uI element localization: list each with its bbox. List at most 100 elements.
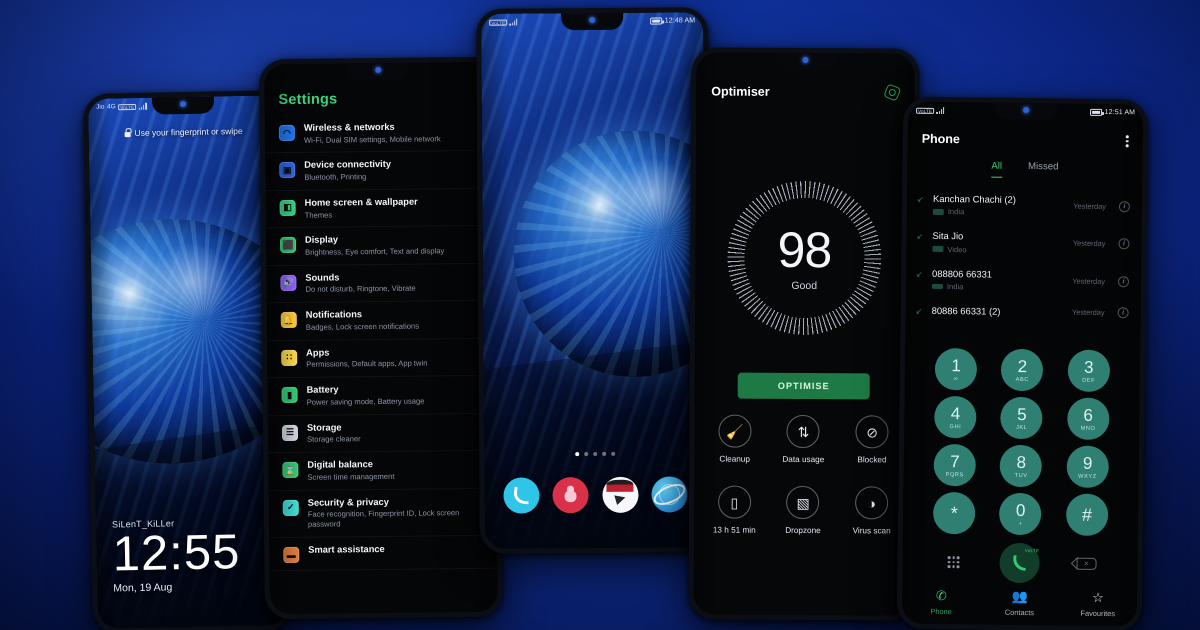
gear-icon[interactable] <box>883 83 902 102</box>
dialpad-key-hash[interactable]: # <box>1065 493 1109 537</box>
battery-icon <box>650 17 663 25</box>
settings-row-label: Smart assistance <box>308 543 385 555</box>
volte-badge: VoLTE <box>1024 548 1040 554</box>
apps-grid-icon: ∷ <box>281 349 298 366</box>
dialpad-key-8[interactable]: 8 TUV <box>999 444 1043 488</box>
home-screen-phone: VoLTE 12:48 AM <box>476 7 712 554</box>
settings-screen[interactable]: Settings ◠ Wireless & networks Wi-Fi, Dual… <box>264 61 498 615</box>
settings-row-shield-check[interactable]: ✓ Security & privacy Face recognition, Fin… <box>268 488 498 539</box>
dialpad-key-3[interactable]: 3 DEF <box>1067 349 1111 393</box>
dialpad-key-1[interactable]: 1 ∞ <box>934 347 978 391</box>
settings-row-wallpaper[interactable]: ◧ Home screen & wallpaper Themes <box>265 188 494 229</box>
nav-phone[interactable]: ✆ Phone <box>930 587 952 616</box>
info-icon[interactable]: i <box>1117 307 1129 319</box>
dialpad: 1 ∞ 2 ABC 3 DEF 4 GHI 5 JKL 6 MNO 7 PQRS 8 TUV 9 WXYZ * 0 + # <box>903 347 1140 537</box>
tab-all[interactable]: All <box>991 160 1003 178</box>
speaker-icon: 🔊 <box>280 274 297 291</box>
contacts-tab-icon: 👥 <box>1011 588 1028 604</box>
settings-row-wifi[interactable]: ◠ Wireless & networks Wi-Fi, Dual SIM sett… <box>264 113 494 154</box>
settings-row-display[interactable]: ⬛ Display Brightness, Eye comfort, Text an… <box>265 226 495 267</box>
optimiser-tile[interactable]: ⇅ Data usage <box>769 414 838 464</box>
call-log-time: Yesterday <box>1073 201 1106 212</box>
dialpad-key-5[interactable]: 5 JKL <box>1000 396 1044 440</box>
settings-row-speaker[interactable]: 🔊 Sounds Do not disturb, Ringtone, Vibrate <box>266 263 495 304</box>
settings-row-device-connectivity[interactable]: ▣ Device connectivity Bluetooth, Printing <box>265 151 494 192</box>
phone-dock-icon[interactable] <box>503 477 540 514</box>
call-button[interactable]: VoLTE <box>999 542 1041 584</box>
browser-dock-icon[interactable] <box>651 476 688 513</box>
dialpad-letters: JKL <box>1015 424 1028 431</box>
optimiser-tile[interactable]: ◑ Virus scan <box>837 486 906 535</box>
optimiser-tile[interactable]: ▧ Dropzone <box>769 485 838 536</box>
keypad-icon[interactable] <box>947 556 960 569</box>
optimiser-tile-label: Dropzone <box>785 525 821 536</box>
info-icon[interactable]: i <box>1118 238 1130 250</box>
device-connectivity-icon: ▣ <box>279 162 296 179</box>
info-icon[interactable]: i <box>1117 275 1130 287</box>
settings-row-sub: Screen time management <box>307 471 395 482</box>
optimiser-tools-grid: 🧹 Cleanup ⇅ Data usage ⊘ Blocked ▯ 13 h 51 min ▧… <box>694 414 913 535</box>
call-log-name: Sita Jio <box>932 230 964 242</box>
settings-row-label: Storage <box>306 422 342 433</box>
dialpad-letters: TUV <box>1014 472 1028 479</box>
settings-row-bell[interactable]: 🔔 Notifications Badges, Lock screen notifi… <box>266 301 496 342</box>
page-dot <box>611 451 616 456</box>
dialpad-letters: WXYZ <box>1078 473 1097 480</box>
data-usage-icon: ⇅ <box>786 414 821 449</box>
dialpad-digit: 1 <box>951 355 961 375</box>
dialpad-letters: PQRS <box>945 471 964 478</box>
dialpad-key-2[interactable]: 2 ABC <box>1001 348 1044 392</box>
missed-call-icon: ↙ <box>916 194 924 204</box>
settings-row-smart-assistance[interactable]: ▬ Smart assistance <box>269 535 498 572</box>
optimiser-tile[interactable]: ▯ 13 h 51 min <box>700 485 769 535</box>
settings-row-label: Security & privacy <box>307 496 389 508</box>
optimiser-screen[interactable]: Optimiser 98 Good OPTIMISE 🧹 Cleanup ⇅ Data… <box>693 52 915 616</box>
dialpad-letters: ABC <box>1015 376 1029 383</box>
call-log-row[interactable]: ↙ Sita Jio Video Yesterday i <box>906 223 1141 263</box>
nav-favourites[interactable]: ☆ Favourites <box>1080 589 1115 618</box>
call-log-row[interactable]: ↙ 088806 66331 India Yesterday i <box>906 260 1141 300</box>
settings-row-apps-grid[interactable]: ∷ Apps Permissions, Default apps, App twin <box>267 338 496 379</box>
notch <box>774 52 837 71</box>
page-dot <box>602 451 607 456</box>
lock-icon <box>124 131 131 137</box>
dialpad-digit: 7 <box>950 451 960 471</box>
optimiser-tile[interactable]: 🧹 Cleanup <box>700 414 769 464</box>
video-call-icon: ↙ <box>916 231 924 242</box>
dialpad-key-4[interactable]: 4 GHI <box>934 395 977 439</box>
dialpad-letters: GHI <box>949 423 962 430</box>
lock-screen[interactable]: Jio 4G VoLTE Use your fingerprint or swi… <box>87 95 289 629</box>
settings-row-storage[interactable]: ☰ Storage Storage cleaner <box>267 413 497 454</box>
volte-chip: VoLTE <box>916 107 935 114</box>
page-dot <box>593 451 598 457</box>
settings-row-battery[interactable]: ▮ Battery Power saving mode, Battery usage <box>267 376 496 416</box>
phone-app-screen[interactable]: VoLTE 12:51 AM Phone All Missed ↙ Kanchan … <box>901 101 1144 627</box>
dialpad-key-star[interactable]: * <box>933 491 976 535</box>
battery-icon: ▯ <box>717 485 752 519</box>
optimiser-tile[interactable]: ⊘ Blocked <box>838 415 907 464</box>
nav-contacts[interactable]: 👥 Contacts <box>1005 588 1035 617</box>
settings-row-label: Battery <box>306 384 339 396</box>
dialpad-key-9[interactable]: 9 WXYZ <box>1066 445 1109 489</box>
settings-list: ◠ Wireless & networks Wi-Fi, Dual SIM sett… <box>264 113 498 572</box>
page-dot <box>575 452 580 457</box>
dialpad-actions: VoLTE ✕ <box>902 542 1137 585</box>
contacts-dock-icon[interactable] <box>552 477 589 514</box>
kebab-menu-icon[interactable] <box>1126 135 1129 148</box>
page-title: Optimiser <box>711 84 770 99</box>
dialpad-key-0[interactable]: 0 + <box>999 492 1042 536</box>
home-dock <box>484 476 706 514</box>
settings-row-hourglass[interactable]: ⌛ Digital balance Screen time management <box>268 451 497 491</box>
dialpad-digit: # <box>1081 504 1093 525</box>
optimise-button[interactable]: OPTIMISE <box>737 372 870 400</box>
info-icon[interactable]: i <box>1118 201 1130 213</box>
backspace-icon[interactable]: ✕ <box>1076 557 1097 570</box>
lock-time: 12:55 <box>112 525 241 582</box>
messages-dock-icon[interactable] <box>602 476 639 513</box>
dialpad-key-6[interactable]: 6 MNO <box>1066 397 1110 441</box>
dialpad-key-7[interactable]: 7 PQRS <box>933 443 977 487</box>
call-log-row[interactable]: ↙ Kanchan Chachi (2) India Yesterday i <box>907 186 1142 226</box>
tab-missed[interactable]: Missed <box>1028 161 1059 178</box>
home-screen[interactable]: VoLTE 12:48 AM <box>481 12 707 549</box>
call-log-row[interactable]: ↙ 80886 66331 (2) Yesterday i <box>905 297 1140 325</box>
